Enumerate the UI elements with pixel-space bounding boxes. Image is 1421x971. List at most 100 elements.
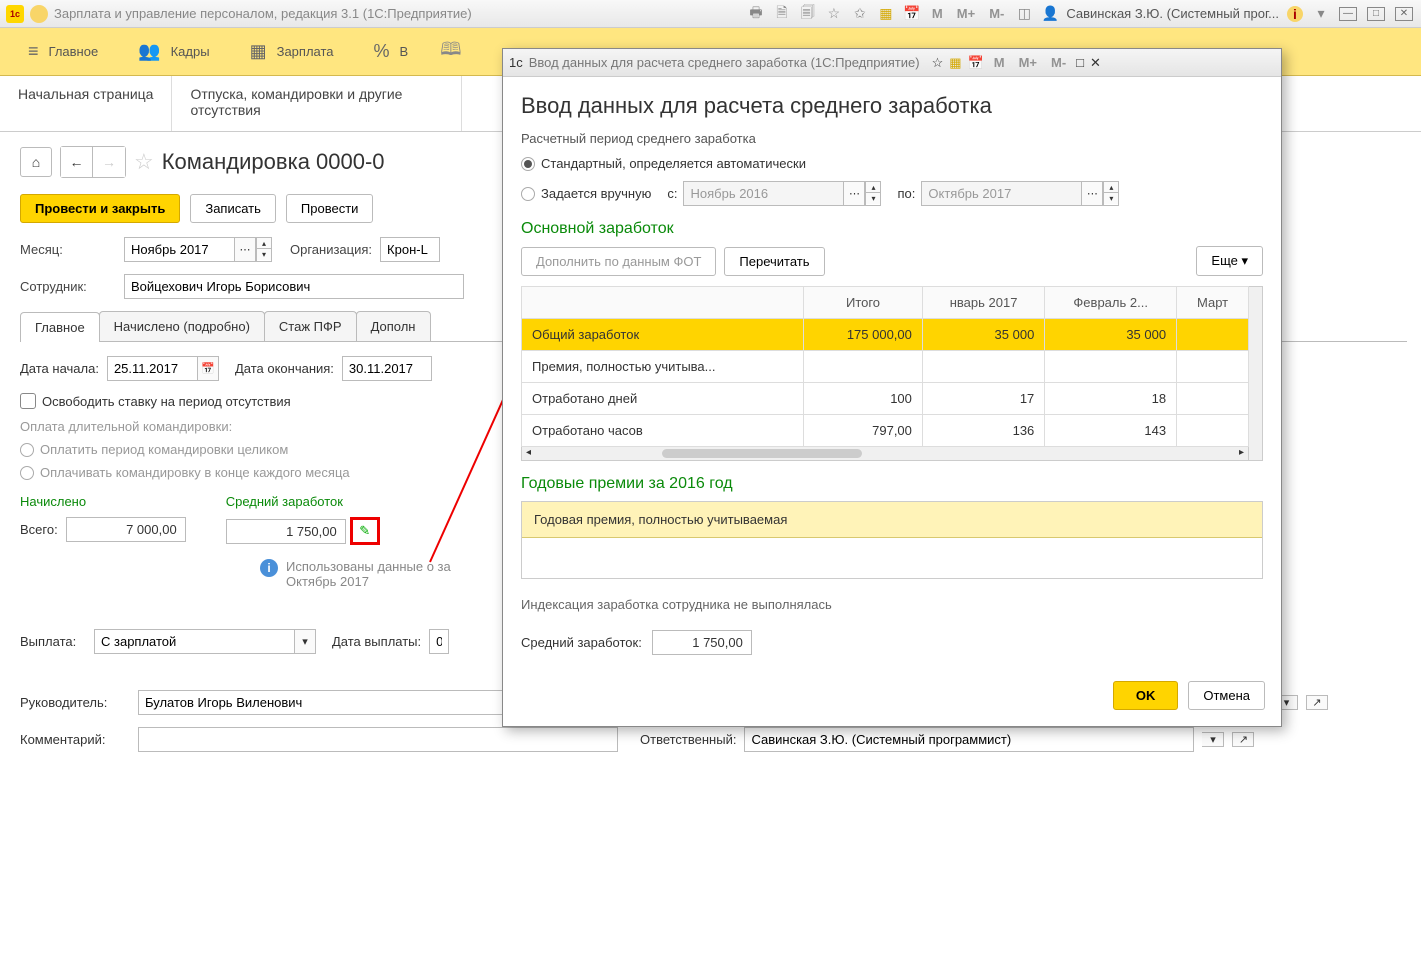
more-button-label: Еще bbox=[1211, 253, 1237, 268]
modal-calendar-icon[interactable]: 📅 bbox=[968, 55, 984, 71]
payment-input[interactable] bbox=[94, 629, 294, 654]
comment-label: Комментарий: bbox=[20, 732, 130, 747]
table-row[interactable]: Отработано часов 797,00 136 143 bbox=[522, 415, 1249, 447]
close-button[interactable]: ✕ bbox=[1395, 7, 1413, 21]
from-spinner[interactable]: ▴▾ bbox=[865, 181, 881, 206]
maximize-button[interactable]: □ bbox=[1367, 7, 1385, 21]
nav-salary[interactable]: ▦Зарплата bbox=[234, 41, 350, 62]
modal-window-title: Ввод данных для расчета среднего заработ… bbox=[529, 55, 920, 70]
ok-button[interactable]: OK bbox=[1113, 681, 1179, 710]
to-spinner[interactable]: ▴▾ bbox=[1103, 181, 1119, 206]
app-title: Зарплата и управление персоналом, редакц… bbox=[54, 6, 472, 21]
responsible-dropdown-icon[interactable]: ▾ bbox=[1202, 732, 1224, 747]
bookmark-icon[interactable]: 🕮 bbox=[440, 37, 461, 67]
modal-m-minus[interactable]: M- bbox=[1047, 55, 1070, 70]
cell bbox=[1177, 351, 1249, 383]
month-input[interactable] bbox=[124, 237, 234, 262]
pay-date-input[interactable] bbox=[429, 629, 449, 654]
annual-bonus-row[interactable]: Годовая премия, полностью учитываемая bbox=[522, 502, 1262, 538]
recalc-button[interactable]: Перечитать bbox=[724, 247, 824, 276]
forward-button[interactable]: → bbox=[93, 147, 125, 177]
back-button[interactable]: ← bbox=[61, 147, 93, 177]
dropdown-round-icon[interactable] bbox=[30, 5, 48, 23]
radio-period-manual[interactable] bbox=[521, 187, 535, 201]
tab-start-page[interactable]: Начальная страница bbox=[0, 76, 172, 131]
date-end-input[interactable] bbox=[342, 356, 432, 381]
modal-close-button[interactable]: ✕ bbox=[1090, 55, 1101, 71]
nav-other[interactable]: %В bbox=[358, 41, 425, 62]
radio-pay-monthly[interactable] bbox=[20, 466, 34, 480]
table-v-scrollbar[interactable] bbox=[1249, 286, 1263, 461]
from-select-icon[interactable]: ⋯ bbox=[843, 181, 865, 206]
fill-from-fot-button[interactable]: Дополнить по данным ФОТ bbox=[521, 247, 716, 276]
month-select-button[interactable]: ⋯ bbox=[234, 237, 256, 262]
table-row[interactable]: Премия, полностью учитыва... bbox=[522, 351, 1249, 383]
tab-pfr[interactable]: Стаж ПФР bbox=[264, 311, 357, 341]
th-empty bbox=[522, 287, 804, 319]
modal-app-icon: 1c bbox=[509, 55, 523, 70]
save-button[interactable]: Записать bbox=[190, 194, 276, 223]
date-start-input[interactable] bbox=[107, 356, 197, 381]
table-h-scrollbar[interactable]: ◂▸ bbox=[521, 447, 1249, 461]
radio-pay-full-label: Оплатить период командировки целиком bbox=[40, 442, 288, 457]
payment-label: Выплата: bbox=[20, 634, 86, 649]
tab-absences[interactable]: Отпуска, командировки и другие отсутстви… bbox=[172, 76, 462, 131]
modal-m-plus[interactable]: M+ bbox=[1015, 55, 1041, 70]
dropdown-icon[interactable]: ▾ bbox=[1313, 6, 1329, 22]
panels-icon[interactable]: ◫ bbox=[1016, 6, 1032, 22]
doc-icon[interactable]: 🗎 bbox=[774, 6, 790, 22]
post-button[interactable]: Провести bbox=[286, 194, 374, 223]
release-rate-checkbox[interactable] bbox=[20, 393, 36, 409]
tab-accrued-detail[interactable]: Начислено (подробно) bbox=[99, 311, 265, 341]
cell bbox=[1177, 319, 1249, 351]
comment-input[interactable] bbox=[138, 727, 618, 752]
payment-dropdown-icon[interactable]: ▾ bbox=[294, 629, 316, 654]
star-icon[interactable]: ☆ bbox=[826, 6, 842, 22]
home-button[interactable]: ⌂ bbox=[20, 147, 52, 177]
tab-main[interactable]: Главное bbox=[20, 312, 100, 342]
modal-table-icon[interactable]: ▦ bbox=[949, 55, 961, 71]
print-icon[interactable]: 🖶 bbox=[748, 6, 764, 22]
nav-hr-label: Кадры bbox=[171, 44, 210, 59]
radio-period-auto[interactable] bbox=[521, 157, 535, 171]
star-outline-icon[interactable]: ✩ bbox=[852, 6, 868, 22]
table-row[interactable]: Общий заработок 175 000,00 35 000 35 000 bbox=[522, 319, 1249, 351]
modal-m[interactable]: M bbox=[990, 55, 1009, 70]
date-start-picker-icon[interactable]: 📅 bbox=[197, 356, 219, 381]
avg-value: 1 750,00 bbox=[226, 519, 346, 544]
info-icon[interactable]: i bbox=[1287, 6, 1303, 22]
m-plus-button[interactable]: M+ bbox=[953, 6, 979, 21]
current-user[interactable]: Савинская З.Ю. (Системный прог... bbox=[1066, 6, 1279, 21]
favorite-star-icon[interactable]: ☆ bbox=[134, 149, 154, 175]
m-minus-button[interactable]: M- bbox=[985, 6, 1008, 21]
nav-hr[interactable]: 👥Кадры bbox=[122, 41, 225, 62]
minimize-button[interactable]: — bbox=[1339, 7, 1357, 21]
to-select-icon[interactable]: ⋯ bbox=[1081, 181, 1103, 206]
org-input[interactable] bbox=[380, 237, 440, 262]
from-label: с: bbox=[667, 186, 677, 201]
edit-avg-button[interactable]: ✎ bbox=[350, 517, 380, 545]
calendar-icon[interactable]: 📅 bbox=[904, 6, 920, 22]
modal-star-icon[interactable]: ☆ bbox=[932, 55, 944, 71]
to-input bbox=[921, 181, 1081, 206]
modal-maximize-button[interactable]: □ bbox=[1076, 55, 1084, 70]
more-button[interactable]: Еще ▾ bbox=[1196, 246, 1263, 276]
table-row[interactable]: Отработано дней 100 17 18 bbox=[522, 383, 1249, 415]
nav-main-label: Главное bbox=[49, 44, 99, 59]
post-and-close-button[interactable]: Провести и закрыть bbox=[20, 194, 180, 223]
radio-pay-full[interactable] bbox=[20, 443, 34, 457]
employee-input[interactable] bbox=[124, 274, 464, 299]
earnings-table[interactable]: Итого нварь 2017 Февраль 2... Март Общий… bbox=[521, 286, 1249, 447]
cancel-button[interactable]: Отмена bbox=[1188, 681, 1265, 710]
m-button[interactable]: M bbox=[928, 6, 947, 21]
nav-history-group: ← → bbox=[60, 146, 126, 178]
nav-main[interactable]: ≡Главное bbox=[12, 41, 114, 62]
responsible-input[interactable] bbox=[744, 727, 1194, 752]
tab-additional[interactable]: Дополн bbox=[356, 311, 431, 341]
month-spinner[interactable]: ▴▾ bbox=[256, 237, 272, 262]
radio-period-manual-label: Задается вручную bbox=[541, 186, 651, 201]
table-icon[interactable]: ▦ bbox=[878, 6, 894, 22]
responsible-open-icon[interactable]: ↗ bbox=[1232, 732, 1254, 747]
copy-icon[interactable]: 🗐 bbox=[800, 6, 816, 22]
manager-open-icon[interactable]: ↗ bbox=[1306, 695, 1328, 710]
